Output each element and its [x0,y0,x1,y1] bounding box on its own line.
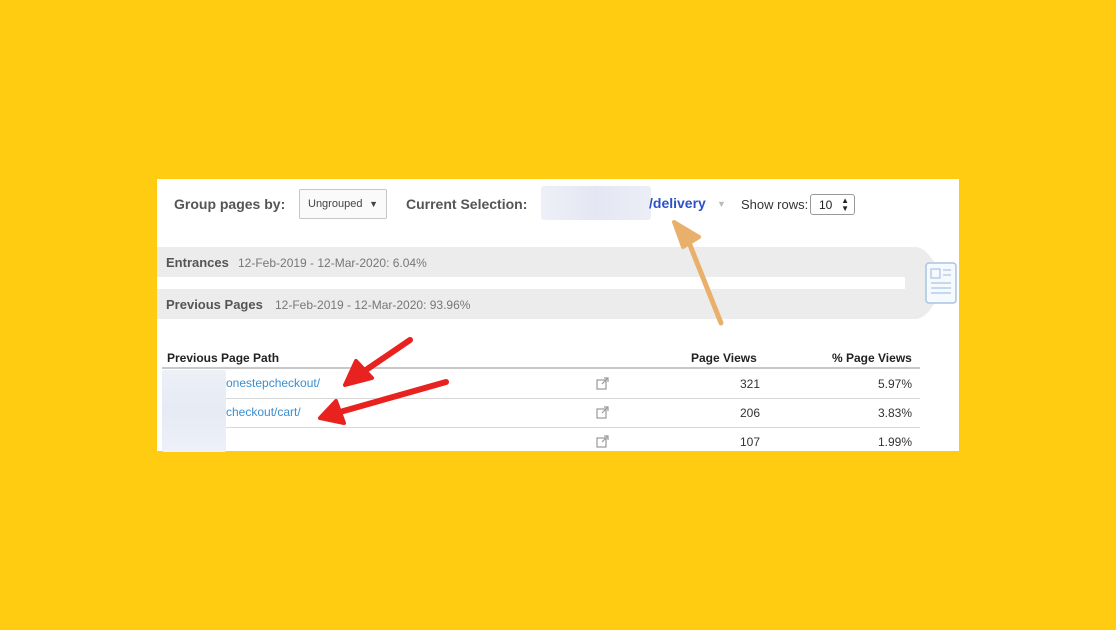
column-header-pct[interactable]: % Page Views [832,351,912,365]
chevron-down-icon[interactable]: ▼ [717,199,726,209]
table-row: 107 1.99% [162,427,920,451]
table-row: checkout/cart/ 206 3.83% [162,398,920,428]
open-link-icon[interactable] [595,433,611,449]
page-views-pct-cell: 5.97% [877,377,912,391]
previous-pages-stat: 12-Feb-2019 - 12-Mar-2020: 93.96% [275,298,471,312]
entrances-label: Entrances [166,255,229,270]
open-link-icon[interactable] [595,375,611,391]
spinner-icon: ▲ ▼ [841,196,849,213]
page-views-pct-cell: 1.99% [877,435,912,449]
page-views-cell: 321 [739,377,760,391]
current-selection-label: Current Selection: [406,196,528,212]
page-path-link[interactable]: onestepcheckout/ [226,376,320,390]
column-header-path[interactable]: Previous Page Path [167,351,279,365]
group-pages-label: Group pages by: [174,196,286,212]
entrances-stat: 12-Feb-2019 - 12-Mar-2020: 6.04% [238,256,427,270]
open-link-icon[interactable] [595,404,611,420]
entrances-flow-band: Entrances 12-Feb-2019 - 12-Mar-2020: 6.0… [157,247,879,277]
controls-bar: Group pages by: Ungrouped ▼ Current Sele… [157,179,959,229]
redacted-region [541,186,651,220]
column-header-views[interactable]: Page Views [691,351,757,365]
show-rows-value: 10 [819,198,833,212]
group-pages-value: Ungrouped [308,198,363,210]
show-rows-select[interactable]: 10 ▲ ▼ [810,194,855,215]
page-path-link[interactable]: checkout/cart/ [226,405,301,419]
group-pages-dropdown[interactable]: Ungrouped ▼ [299,189,387,219]
previous-pages-flow-band: Previous Pages 12-Feb-2019 - 12-Mar-2020… [157,289,879,319]
page-views-cell: 107 [739,435,760,449]
previous-pages-label: Previous Pages [166,297,263,312]
table-row: onestepcheckout/ 321 5.97% [162,369,920,399]
page-views-cell: 206 [739,406,760,420]
flow-connector [875,247,957,319]
chevron-down-icon: ▼ [369,199,378,209]
current-selection-value[interactable]: /delivery [649,195,706,211]
page-document-icon [925,262,957,304]
page-views-pct-cell: 3.83% [877,406,912,420]
show-rows-label: Show rows: [741,197,809,212]
redacted-path-prefix [162,370,226,452]
analytics-panel: Group pages by: Ungrouped ▼ Current Sele… [157,179,959,451]
